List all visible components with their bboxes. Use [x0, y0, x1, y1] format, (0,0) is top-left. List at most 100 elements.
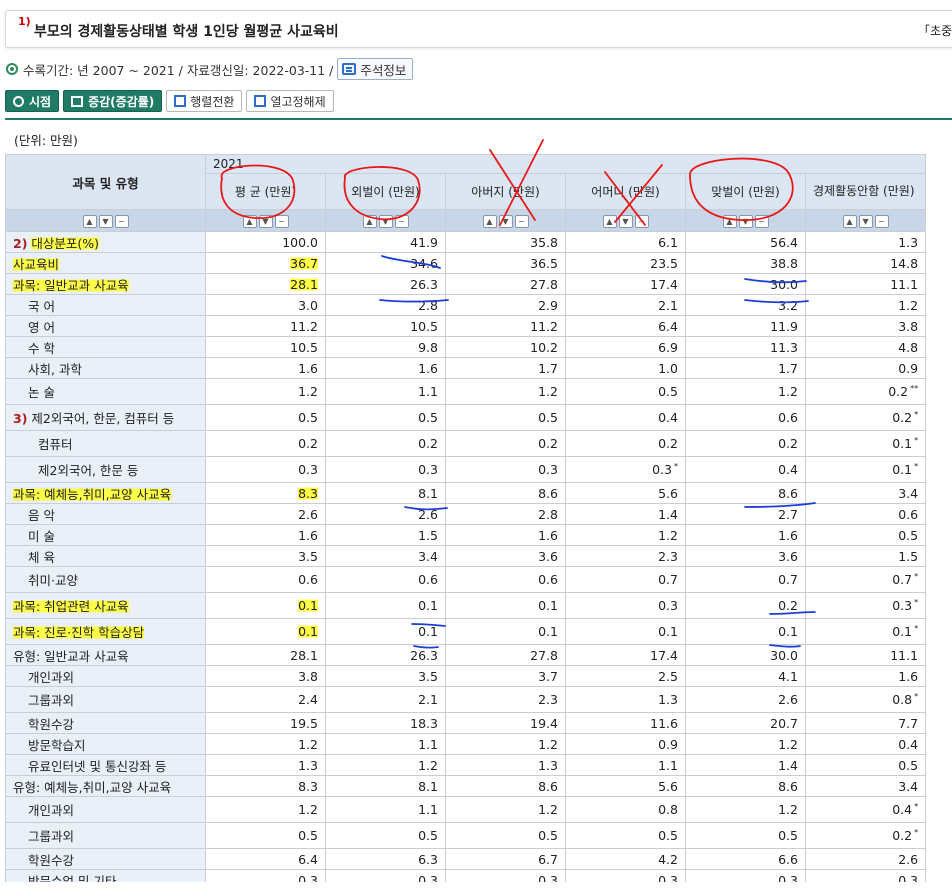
cell-value: 2.6 [778, 692, 798, 707]
row-label-text: 수 학 [28, 340, 55, 356]
collapse-icon[interactable]: − [754, 215, 769, 228]
cell-value: 1.2 [418, 757, 438, 773]
cell-value: 0.6 [298, 572, 318, 587]
value-cell: 2.3 [565, 545, 686, 567]
table-row: 사교육비 36.7 34.6 36.5 23.5 38.8 14.8 [5, 252, 927, 274]
value-cell: 1.2 [685, 796, 806, 823]
cell-value: 2.5 [658, 668, 678, 684]
table-row: 유형: 예체능,취미,교양 사교육 8.3 8.1 8.6 5.6 8.6 3.4 [5, 775, 927, 797]
collapse-icon[interactable]: − [634, 215, 649, 228]
row-label-text: 방문수업 및 기타 [28, 873, 117, 883]
timepoint-button[interactable]: 시점 [5, 90, 60, 112]
value-cell: 0.4 [565, 404, 686, 431]
sort-up-icon[interactable]: ▲ [602, 215, 617, 228]
sort-up-icon[interactable]: ▲ [82, 215, 97, 228]
collapse-icon[interactable]: − [394, 215, 409, 228]
collapse-icon[interactable]: − [114, 215, 129, 228]
sort-down-icon[interactable]: ▼ [498, 215, 513, 228]
sort-up-icon[interactable]: ▲ [242, 215, 257, 228]
value-cell: 1.1 [325, 378, 446, 405]
cell-value: 1.1 [418, 384, 438, 399]
cell-value: 1.2 [658, 527, 678, 543]
sort-up-icon[interactable]: ▲ [842, 215, 857, 228]
row-label: 영 어 [5, 315, 206, 337]
sort-up-icon[interactable]: ▲ [362, 215, 377, 228]
cell-value: 100.0 [282, 234, 318, 250]
value-cell: 2.1 [565, 294, 686, 316]
value-cell: 0.3 [445, 869, 566, 882]
cell-value: 1.6 [538, 527, 558, 543]
cell-value: 4.8 [898, 339, 919, 355]
value-cell: 1.6 [685, 524, 806, 546]
transpose-button[interactable]: 행렬전환 [166, 90, 243, 112]
value-cell: 0.5 [445, 822, 566, 849]
value-cell: 0.3 * [804, 592, 927, 619]
cell-value: 0.5 [538, 410, 558, 425]
cell-value: 1.2 [898, 297, 919, 313]
cell-value: 0.2 [298, 436, 318, 451]
value-cell: 1.3 [205, 754, 326, 776]
cell-value: 19.5 [290, 715, 318, 731]
value-cell: 0.8 * [804, 686, 927, 713]
cell-value: 14.8 [890, 255, 919, 271]
cell-value: 1.2 [538, 384, 558, 399]
collapse-icon[interactable]: − [514, 215, 529, 228]
value-cell: 3.4 [804, 482, 927, 504]
value-cell: 0.2 [685, 592, 806, 619]
row-label-text: 과목: 예체능,취미,교양 사교육 [13, 486, 172, 502]
significance-marker: * [914, 462, 919, 471]
sort-down-icon[interactable]: ▼ [258, 215, 273, 228]
cell-value: 3.2 [778, 297, 798, 313]
sort-up-icon[interactable]: ▲ [482, 215, 497, 228]
value-cell: 28.1 [205, 273, 326, 295]
table-row: 2) 대상분포(%) 100.0 41.9 35.8 6.1 56.4 1.3 [5, 231, 927, 253]
change-rate-button[interactable]: 증감(증감률) [63, 90, 163, 112]
sort-down-icon[interactable]: ▼ [738, 215, 753, 228]
value-cell: 3.6 [685, 545, 806, 567]
cell-value: 0.3 [538, 462, 558, 477]
value-cell: 8.1 [325, 482, 446, 504]
value-cell: 9.8 [325, 336, 446, 358]
cell-value: 2.1 [658, 297, 678, 313]
value-cell: 1.2 [445, 378, 566, 405]
cell-value: 56.4 [770, 234, 798, 250]
cell-value: 19.4 [530, 715, 558, 731]
cell-value: 1.1 [658, 757, 678, 773]
collapse-icon[interactable]: − [274, 215, 289, 228]
cell-value: 6.4 [658, 318, 678, 334]
cell-value: 0.1 [418, 624, 438, 639]
value-cell: 6.3 [325, 848, 446, 870]
value-cell: 18.3 [325, 712, 446, 734]
unfix-columns-button[interactable]: 열고정해제 [246, 90, 334, 112]
value-cell: 0.2 [445, 430, 566, 457]
sort-down-icon[interactable]: ▼ [858, 215, 873, 228]
cell-value: 0.9 [898, 360, 919, 376]
sort-down-icon[interactable]: ▼ [378, 215, 393, 228]
value-cell: 0.1 [445, 618, 566, 645]
row-label-text: 컴퓨터 [38, 437, 73, 452]
value-cell: 0.4 [804, 733, 927, 755]
row-label-text: 대상분포(%) [31, 235, 100, 251]
cell-value: 0.2 [418, 436, 438, 451]
data-table-container[interactable]: 과목 및 유형 2021 평 균 (만원) 외벌이 (만원) 아버지 (만원) 어머니… [5, 154, 952, 882]
value-cell: 30.0 [685, 273, 806, 295]
value-cell: 0.5 [205, 404, 326, 431]
collapse-icon[interactable]: − [874, 215, 889, 228]
value-cell: 17.4 [565, 273, 686, 295]
sort-up-icon[interactable]: ▲ [722, 215, 737, 228]
cell-value: 1.7 [538, 360, 558, 376]
value-cell: 11.2 [205, 315, 326, 337]
cell-value: 28.1 [290, 647, 318, 663]
value-cell: 3.5 [205, 545, 326, 567]
cell-value: 2.3 [658, 548, 678, 564]
cell-value: 0.1 [538, 598, 558, 613]
value-cell: 1.2 [804, 294, 927, 316]
clock-icon [13, 95, 24, 107]
sort-down-icon[interactable]: ▼ [98, 215, 113, 228]
table-row: 과목: 취업관련 사교육 0.1 0.1 0.1 0.3 0.2 0.3 * [5, 592, 927, 619]
cell-value: 0.6 [538, 572, 558, 587]
note-info-button[interactable]: 주석정보 [337, 58, 414, 80]
row-label: 개인과외 [5, 665, 206, 687]
cell-value: 5.6 [658, 485, 678, 501]
sort-down-icon[interactable]: ▼ [618, 215, 633, 228]
